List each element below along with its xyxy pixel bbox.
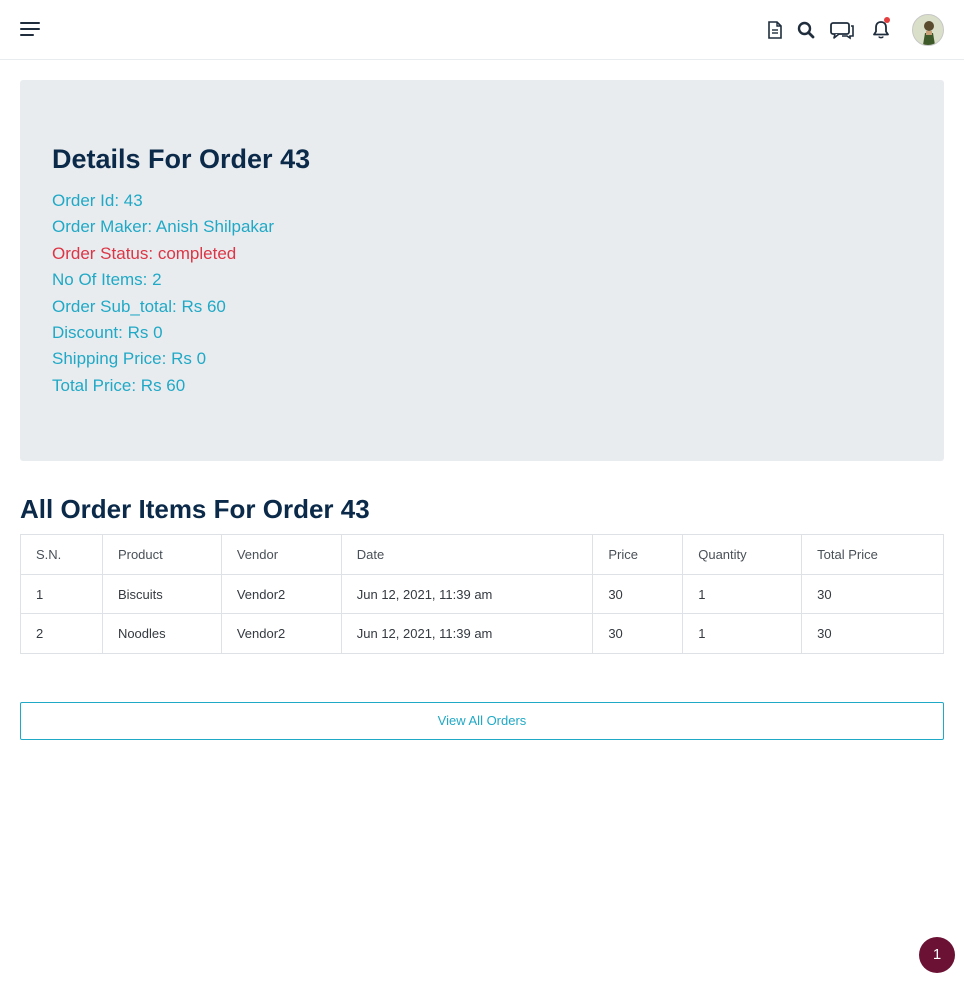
- column-header: S.N.: [20, 534, 103, 575]
- table-cell: Noodles: [101, 613, 222, 655]
- table-cell: 30: [592, 613, 684, 655]
- table-cell: Vendor2: [220, 613, 342, 655]
- table-row: 1 Biscuits Vendor2 Jun 12, 2021, 11:39 a…: [20, 573, 944, 615]
- order-items-table: S.N. Product Vendor Date Price Quantity …: [20, 534, 944, 655]
- details-list: Order Id: 43 Order Maker: Anish Shilpaka…: [52, 188, 274, 399]
- order-items-title: All Order Items For Order 43: [20, 494, 370, 524]
- order-details-card: Details For Order 43 Order Id: 43 Order …: [20, 80, 944, 461]
- order-maker: Order Maker: Anish Shilpakar: [52, 217, 275, 237]
- discount: Discount: Rs 0: [52, 323, 163, 343]
- floating-badge[interactable]: 1: [919, 937, 955, 973]
- table-cell: Jun 12, 2021, 11:39 am: [340, 613, 594, 655]
- column-header: Quantity: [682, 534, 803, 575]
- table-cell: Biscuits: [101, 573, 222, 615]
- table-row: 2 Noodles Vendor2 Jun 12, 2021, 11:39 am…: [20, 613, 944, 655]
- table-cell: 2: [20, 613, 103, 655]
- details-title: Details For Order 43: [52, 144, 311, 174]
- notification-dot: [884, 17, 890, 23]
- search-icon[interactable]: [790, 14, 822, 46]
- order-id: Order Id: 43: [52, 191, 143, 210]
- order-status: Order Status: completed: [52, 243, 237, 263]
- view-all-orders-button[interactable]: View All Orders: [20, 702, 944, 740]
- table-cell: 1: [682, 573, 803, 615]
- column-header: Total Price: [801, 534, 944, 575]
- table-cell: 1: [20, 573, 103, 615]
- shipping-price: Shipping Price: Rs 0: [52, 349, 207, 369]
- document-icon[interactable]: [759, 14, 791, 46]
- column-header: Price: [592, 534, 684, 575]
- menu-icon[interactable]: [20, 22, 40, 38]
- table-cell: Jun 12, 2021, 11:39 am: [340, 573, 594, 615]
- bell-icon[interactable]: [865, 14, 897, 46]
- chat-icon[interactable]: [826, 14, 858, 46]
- avatar[interactable]: [912, 14, 944, 46]
- table-cell: 30: [801, 573, 944, 615]
- navbar-icons: [764, 14, 944, 46]
- column-header: Product: [101, 534, 222, 575]
- column-header: Vendor: [220, 534, 342, 575]
- table-cell: 1: [682, 613, 803, 655]
- column-header: Date: [340, 534, 594, 575]
- table-cell: Vendor2: [220, 573, 342, 615]
- total-price: Total Price: Rs 60: [52, 375, 186, 395]
- number-of-items: No Of Items: 2: [52, 270, 162, 290]
- order-subtotal: Order Sub_total: Rs 60: [52, 296, 226, 316]
- table-cell: 30: [592, 573, 684, 615]
- table-cell: 30: [801, 613, 944, 655]
- table-header-row: S.N. Product Vendor Date Price Quantity …: [20, 534, 944, 575]
- top-navbar: [0, 0, 964, 60]
